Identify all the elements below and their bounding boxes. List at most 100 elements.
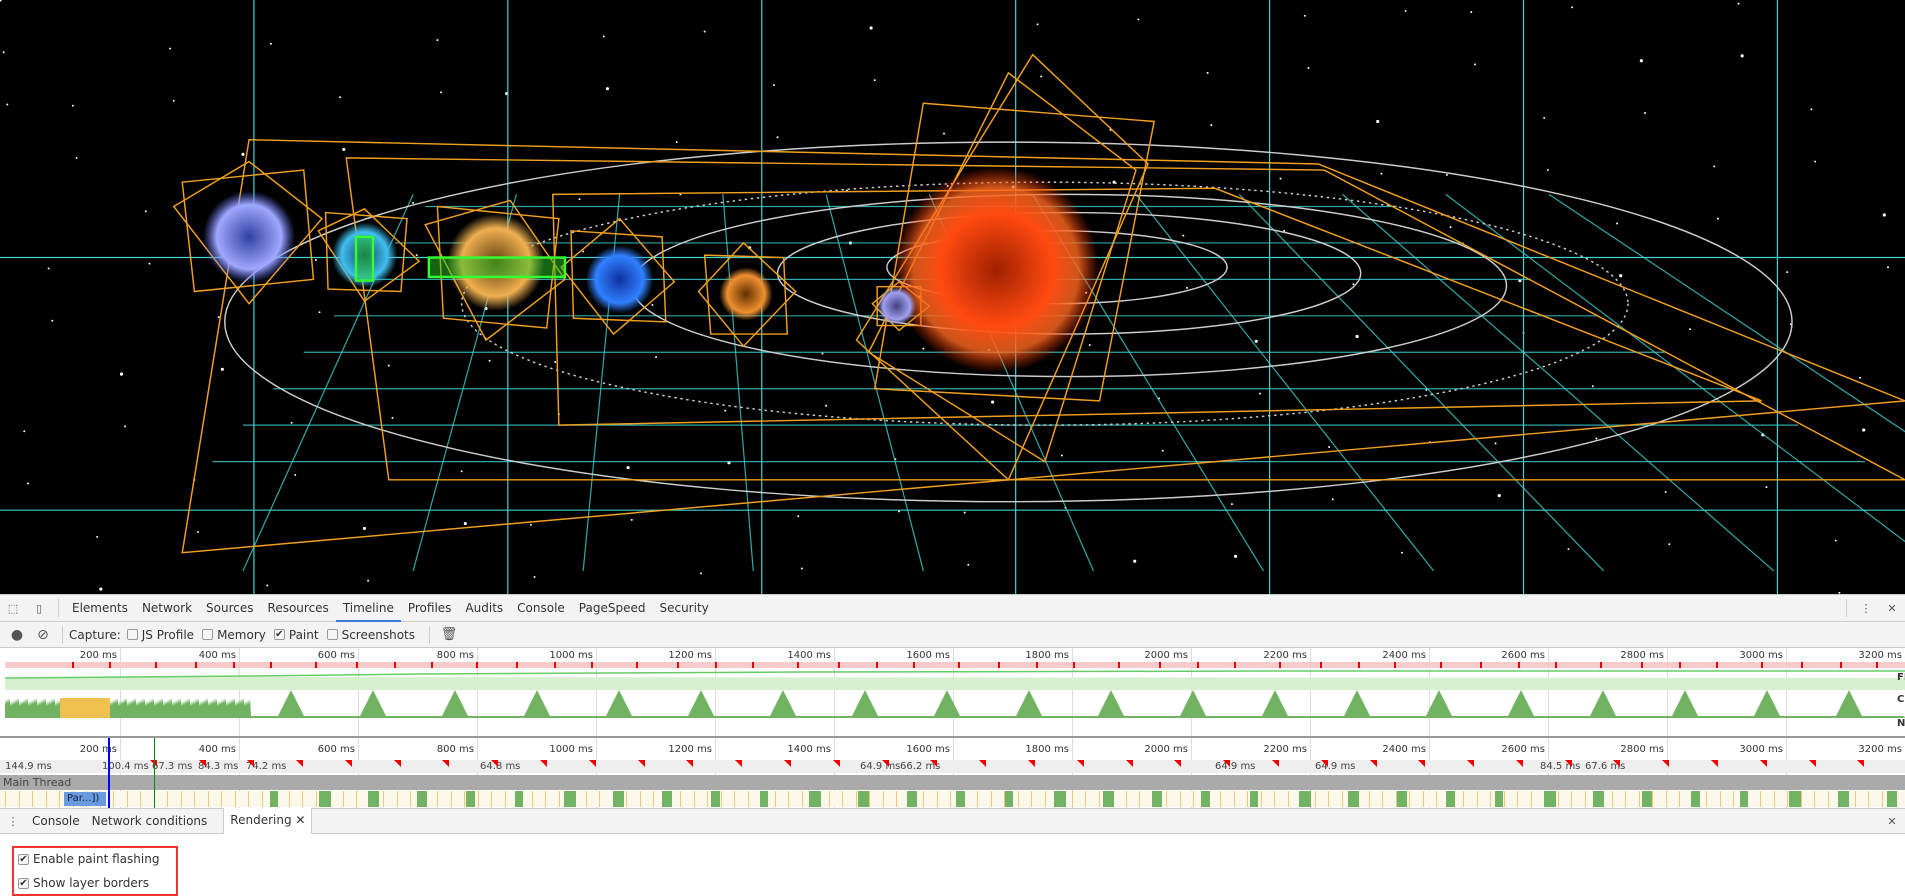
dropped-frame-marker bbox=[1223, 760, 1231, 767]
time-tick-label: 1000 ms bbox=[549, 744, 593, 755]
frame-duration[interactable]: 84.5 ms bbox=[1540, 761, 1580, 772]
show-layer-borders-checkbox[interactable]: ✔ Show layer borders bbox=[18, 876, 149, 890]
planet bbox=[877, 286, 917, 326]
trash-icon[interactable]: 🗑 bbox=[436, 622, 462, 648]
frame-duration[interactable]: 64.8 ms bbox=[480, 761, 520, 772]
overview-charts bbox=[4, 670, 1905, 718]
record-button[interactable]: ● bbox=[4, 622, 30, 648]
frame-duration[interactable]: 67.3 ms bbox=[152, 761, 192, 772]
time-tick-label: 200 ms bbox=[79, 744, 117, 755]
drawer-tab-rendering[interactable]: Rendering ✕ bbox=[223, 808, 313, 834]
drawer-tab-rendering-label: Rendering bbox=[230, 813, 292, 827]
dropped-frame-marker bbox=[1613, 760, 1621, 767]
dropped-frame-marker bbox=[979, 760, 987, 767]
time-tick-label: 3200 ms bbox=[1858, 744, 1902, 755]
tab-elements[interactable]: Elements bbox=[65, 595, 135, 622]
paint-checkbox[interactable]: ✔ Paint bbox=[273, 628, 319, 642]
main-thread-header[interactable]: Main Thread bbox=[0, 775, 1905, 790]
tab-profiles[interactable]: Profiles bbox=[401, 595, 459, 622]
inspect-element-icon[interactable]: ⬚ bbox=[0, 595, 26, 621]
flame-event[interactable]: Par...]) bbox=[64, 792, 106, 806]
drawer-tab-bar: ⋮ Console Network conditions Rendering ✕… bbox=[0, 808, 1905, 834]
dropped-frame-marker bbox=[686, 760, 694, 767]
checkbox-checked-icon: ✔ bbox=[18, 877, 29, 889]
tab-network[interactable]: Network bbox=[135, 595, 199, 622]
drawer-tab-console[interactable]: Console bbox=[26, 809, 86, 834]
dropped-frame-marker bbox=[442, 760, 450, 767]
drawer-tab-network-conditions[interactable]: Network conditions bbox=[86, 809, 214, 834]
tab-resources[interactable]: Resources bbox=[261, 595, 336, 622]
checkbox-checked-icon: ✔ bbox=[18, 853, 29, 865]
dropped-frame-marker bbox=[1369, 760, 1377, 767]
dropped-frame-marker bbox=[1027, 760, 1035, 767]
dropped-frame-marker bbox=[491, 760, 499, 767]
dropped-frame-marker bbox=[784, 760, 792, 767]
sun bbox=[892, 166, 1100, 373]
checkbox-icon bbox=[202, 629, 214, 640]
dropped-frame-marker bbox=[1320, 760, 1328, 767]
timeline-toolbar: ● ⊘ Capture: JS Profile Memory ✔ Paint Scree… bbox=[0, 622, 1905, 648]
time-tick-label: 600 ms bbox=[317, 744, 355, 755]
tab-audits[interactable]: Audits bbox=[458, 595, 510, 622]
tab-pagespeed[interactable]: PageSpeed bbox=[572, 595, 653, 622]
planet bbox=[585, 245, 654, 314]
selection-start-marker bbox=[108, 738, 110, 808]
flame-event-label: Par...]) bbox=[67, 793, 100, 804]
time-tick-label: 2200 ms bbox=[1263, 744, 1307, 755]
dropped-frame-marker bbox=[1759, 760, 1767, 767]
dropped-frame-marker bbox=[1711, 760, 1719, 767]
dropped-frame-marker bbox=[1467, 760, 1475, 767]
solar-system-scene bbox=[0, 0, 1905, 594]
dropped-frame-marker bbox=[344, 760, 352, 767]
page-viewport-canvas[interactable] bbox=[0, 0, 1905, 594]
fps-track-label: FPS bbox=[1897, 672, 1905, 683]
frame-duration[interactable]: 64.9 ms bbox=[860, 761, 900, 772]
rendering-panel: ✔ Enable paint flashing ✔ Show layer borde… bbox=[0, 834, 1905, 896]
divider bbox=[429, 625, 430, 644]
clear-button[interactable]: ⊘ bbox=[30, 622, 56, 648]
timeline-overview[interactable]: 200 ms 400 ms 600 ms 800 ms 1000 ms 1200 ms 14… bbox=[0, 648, 1905, 738]
divider bbox=[62, 625, 63, 644]
highlight-box: ✔ Enable paint flashing ✔ Show layer borde… bbox=[12, 846, 178, 896]
main-thread-flame-chart[interactable] bbox=[0, 791, 1905, 807]
close-tab-icon[interactable]: ✕ bbox=[295, 813, 305, 827]
dropped-frame-marker bbox=[1174, 760, 1182, 767]
dropped-frame-marker bbox=[1125, 760, 1133, 767]
planet bbox=[719, 267, 773, 321]
drawer-menu-icon[interactable]: ⋮ bbox=[0, 808, 26, 834]
divider bbox=[1846, 599, 1847, 617]
dropped-frame-marker bbox=[198, 760, 206, 767]
frame-duration[interactable]: 64.9 ms bbox=[1215, 761, 1255, 772]
frame-duration[interactable]: 144.9 ms bbox=[5, 761, 52, 772]
enable-paint-flashing-checkbox[interactable]: ✔ Enable paint flashing bbox=[18, 852, 159, 866]
tab-console[interactable]: Console bbox=[510, 595, 572, 622]
checkbox-label: Memory bbox=[217, 627, 266, 642]
divider bbox=[58, 599, 59, 617]
tab-sources[interactable]: Sources bbox=[199, 595, 260, 622]
time-tick-label: 3000 ms bbox=[1739, 744, 1783, 755]
device-mode-icon[interactable]: ▯ bbox=[26, 595, 52, 621]
dropped-frame-marker bbox=[588, 760, 596, 767]
dropped-frame-marker bbox=[1515, 760, 1523, 767]
timeline-details[interactable]: 200 ms 400 ms 600 ms 800 ms 1000 ms 1200 ms 14… bbox=[0, 738, 1905, 808]
js-profile-checkbox[interactable]: JS Profile bbox=[126, 628, 194, 642]
close-drawer-icon[interactable]: ✕ bbox=[1879, 808, 1905, 834]
checkbox-icon bbox=[126, 629, 138, 640]
option-label: Show layer borders bbox=[33, 876, 149, 890]
dropped-frame-marker bbox=[247, 760, 255, 767]
more-menu-icon[interactable]: ⋮ bbox=[1853, 595, 1879, 621]
time-tick-label: 2000 ms bbox=[1144, 744, 1188, 755]
memory-checkbox[interactable]: Memory bbox=[202, 628, 266, 642]
tab-timeline[interactable]: Timeline bbox=[335, 595, 401, 622]
tab-security[interactable]: Security bbox=[652, 595, 715, 622]
screenshots-checkbox[interactable]: Screenshots bbox=[326, 628, 415, 642]
option-label: Enable paint flashing bbox=[33, 852, 160, 866]
time-tick-label: 2600 ms bbox=[1501, 744, 1545, 755]
time-tick-label: 1800 ms bbox=[1025, 744, 1069, 755]
time-tick-label: 400 ms bbox=[198, 744, 236, 755]
close-devtools-icon[interactable]: ✕ bbox=[1879, 595, 1905, 621]
dropped-frame-marker bbox=[1808, 760, 1816, 767]
time-tick-label: 1400 ms bbox=[787, 744, 831, 755]
dropped-frame-marker bbox=[1662, 760, 1670, 767]
cpu-track-label: CPU bbox=[1897, 694, 1905, 705]
